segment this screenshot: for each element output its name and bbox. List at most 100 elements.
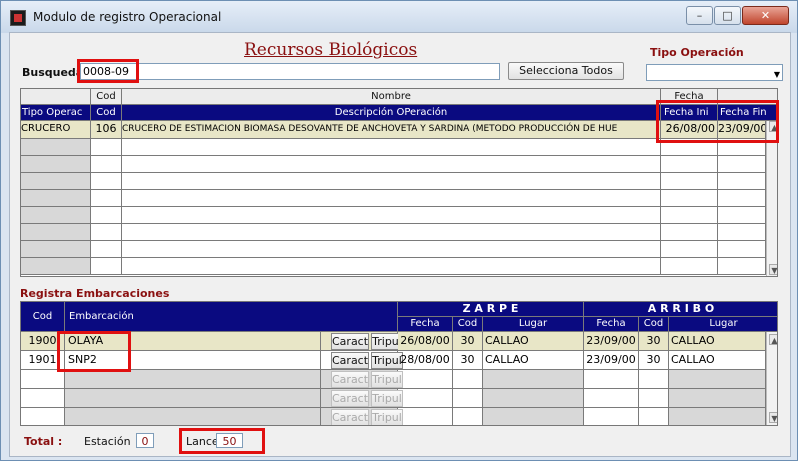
caract-button[interactable]: Caract	[331, 390, 369, 407]
empty-cell[interactable]	[661, 224, 718, 241]
caract-button[interactable]: Caract	[331, 371, 369, 388]
empty-cell[interactable]	[661, 190, 718, 207]
empty-cell[interactable]	[718, 156, 766, 173]
empty-cell[interactable]	[122, 190, 661, 207]
zarpe-fecha-cell[interactable]	[398, 389, 453, 408]
zarpe-fecha-cell[interactable]	[398, 408, 453, 425]
empty-cell[interactable]	[122, 173, 661, 190]
empty-cell[interactable]	[91, 173, 122, 190]
select-all-button[interactable]: Selecciona Todos	[508, 62, 624, 80]
minimize-button[interactable]: –	[686, 6, 713, 25]
scroll-down-icon[interactable]: ▼	[769, 264, 777, 275]
empty-cell[interactable]	[122, 139, 661, 156]
empty-cell[interactable]	[661, 173, 718, 190]
tipo-operacion-label: Tipo Operación	[650, 46, 744, 59]
zarpe-lugar-cell[interactable]: CALLAO	[483, 351, 584, 370]
arribo-cod-cell[interactable]	[639, 389, 669, 408]
search-label: Busqueda	[22, 66, 84, 79]
tipo-operacion-select[interactable]: ▼	[646, 64, 783, 81]
empty-cell[interactable]	[718, 241, 766, 258]
empty-cell[interactable]	[91, 224, 122, 241]
empty-cell[interactable]	[21, 173, 91, 190]
emb-name-cell[interactable]	[65, 370, 321, 389]
zarpe-lugar-cell[interactable]	[483, 389, 584, 408]
emb-name-cell[interactable]	[65, 389, 321, 408]
estacion-field[interactable]: 0	[136, 433, 154, 448]
arribo-fecha-cell[interactable]	[584, 408, 639, 425]
search-input[interactable]: 0008-09	[80, 63, 500, 80]
empty-cell[interactable]	[21, 224, 91, 241]
arribo-fecha-cell[interactable]: 23/09/00	[584, 332, 639, 351]
empty-cell[interactable]	[661, 156, 718, 173]
highlight-embarcacion	[57, 331, 131, 372]
table-row[interactable]: CRUCERO	[21, 121, 91, 139]
empty-cell[interactable]	[661, 241, 718, 258]
arribo-cod-cell[interactable]: 30	[639, 332, 669, 351]
arribo-fecha-cell[interactable]	[584, 389, 639, 408]
caract-button[interactable]: Caract	[331, 352, 369, 369]
scroll-down-icon[interactable]: ▼	[769, 412, 777, 423]
caract-button[interactable]: Caract	[331, 409, 369, 425]
highlight-dates	[656, 100, 779, 143]
zarpe-fecha-cell[interactable]: 28/08/00	[398, 351, 453, 370]
arribo-cod-cell[interactable]	[639, 370, 669, 389]
empty-cell[interactable]	[21, 241, 91, 258]
arribo-lugar-cell[interactable]: CALLAO	[669, 332, 766, 351]
maximize-button[interactable]: □	[714, 6, 741, 25]
empty-cell[interactable]	[661, 258, 718, 275]
zarpe-cod-cell[interactable]	[453, 389, 483, 408]
empty-cell[interactable]	[91, 258, 122, 275]
empty-cell[interactable]	[718, 224, 766, 241]
zarpe-lugar-cell[interactable]	[483, 370, 584, 389]
emb-name-cell[interactable]	[65, 408, 321, 425]
zarpe-lugar-cell[interactable]: CALLAO	[483, 332, 584, 351]
empty-cell[interactable]	[122, 207, 661, 224]
arribo-lugar-cell[interactable]	[669, 370, 766, 389]
empty-cell[interactable]	[122, 241, 661, 258]
emb-cod-cell[interactable]	[21, 389, 65, 408]
empty-cell[interactable]	[718, 207, 766, 224]
arribo-lugar-cell[interactable]	[669, 408, 766, 425]
emb-cod-cell[interactable]	[21, 370, 65, 389]
empty-cell[interactable]	[21, 207, 91, 224]
empty-cell[interactable]	[21, 139, 91, 156]
empty-cell[interactable]	[122, 224, 661, 241]
zarpe-cod-cell[interactable]	[453, 370, 483, 389]
empty-cell[interactable]	[718, 173, 766, 190]
col-z-cod: Cod	[453, 317, 483, 332]
scroll-up-icon[interactable]: ▲	[769, 334, 777, 345]
empty-cell[interactable]	[21, 258, 91, 275]
empty-cell[interactable]	[91, 156, 122, 173]
zarpe-cod-cell[interactable]	[453, 408, 483, 425]
empty-cell[interactable]	[661, 207, 718, 224]
zarpe-cod-cell[interactable]: 30	[453, 332, 483, 351]
empty-cell[interactable]	[21, 190, 91, 207]
arribo-fecha-cell[interactable]	[584, 370, 639, 389]
zarpe-cod-cell[interactable]: 30	[453, 351, 483, 370]
empty-cell[interactable]	[91, 207, 122, 224]
empty-cell[interactable]	[122, 156, 661, 173]
empty-cell[interactable]	[91, 241, 122, 258]
empty-cell[interactable]	[122, 258, 661, 275]
emb-scrollbar[interactable]: ▲ ▼	[766, 332, 777, 425]
empty-cell[interactable]	[91, 139, 122, 156]
empty-cell[interactable]	[718, 258, 766, 275]
empty-cell[interactable]	[718, 190, 766, 207]
zarpe-lugar-cell[interactable]	[483, 408, 584, 425]
close-button[interactable]: ✕	[742, 6, 789, 25]
zarpe-fecha-cell[interactable]: 26/08/00	[398, 332, 453, 351]
emb-cod-cell[interactable]	[21, 408, 65, 425]
row-desc[interactable]: CRUCERO DE ESTIMACION BIOMASA DESOVANTE …	[122, 121, 661, 139]
arribo-cod-cell[interactable]: 30	[639, 351, 669, 370]
arribo-lugar-cell[interactable]	[669, 389, 766, 408]
row-cod[interactable]: 106	[91, 121, 122, 139]
arribo-lugar-cell[interactable]: CALLAO	[669, 351, 766, 370]
empty-cell[interactable]	[91, 190, 122, 207]
arribo-cod-cell[interactable]	[639, 408, 669, 425]
empty-cell[interactable]	[21, 156, 91, 173]
arribo-fecha-cell[interactable]: 23/09/00	[584, 351, 639, 370]
highlight-lance	[179, 428, 265, 454]
zarpe-fecha-cell[interactable]	[398, 370, 453, 389]
caract-button[interactable]: Caract	[331, 333, 369, 350]
ops-scrollbar[interactable]: ▲ ▼	[766, 121, 777, 276]
